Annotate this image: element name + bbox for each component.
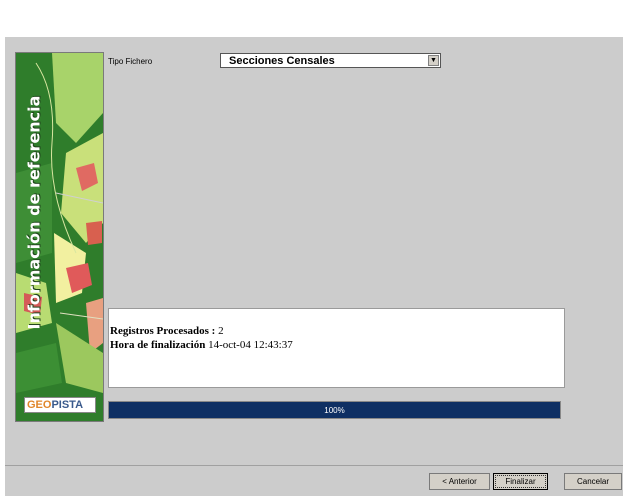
tipo-fichero-select[interactable]: Secciones Censales ▼ [220,53,441,68]
progress-bar: 100% [108,401,561,419]
progress-label: 100% [324,406,345,415]
log-value-registros: 2 [218,325,224,337]
side-image-panel: Información de referencia GEO PISTA [15,52,104,422]
finish-button[interactable]: Finalizar [493,473,548,490]
tipo-fichero-label: Tipo Fichero [108,57,153,66]
side-title: Información de referencia [24,95,44,329]
log-label-registros: Registros Procesados : [110,325,216,337]
chevron-down-icon[interactable]: ▼ [428,55,439,66]
log-output: Registros Procesados : 2 Hora de finaliz… [108,308,565,388]
log-line-hora: Hora de finalización 14-oct-04 12:43:37 [110,339,293,351]
logo-pista-text: PISTA [51,399,84,411]
back-button[interactable]: < Anterior [429,473,490,490]
log-label-hora: Hora de finalización [110,339,206,351]
log-line-registros: Registros Procesados : 2 [110,325,224,337]
logo-geo-text: GEO [27,399,52,411]
side-title-wrap: Información de referencia [16,53,52,371]
geopista-logo: GEO PISTA [24,397,96,413]
cancel-button[interactable]: Cancelar [564,473,622,490]
log-value-hora: 14-oct-04 12:43:37 [208,339,293,351]
footer-divider [5,465,623,466]
tipo-fichero-value: Secciones Censales [229,55,335,67]
